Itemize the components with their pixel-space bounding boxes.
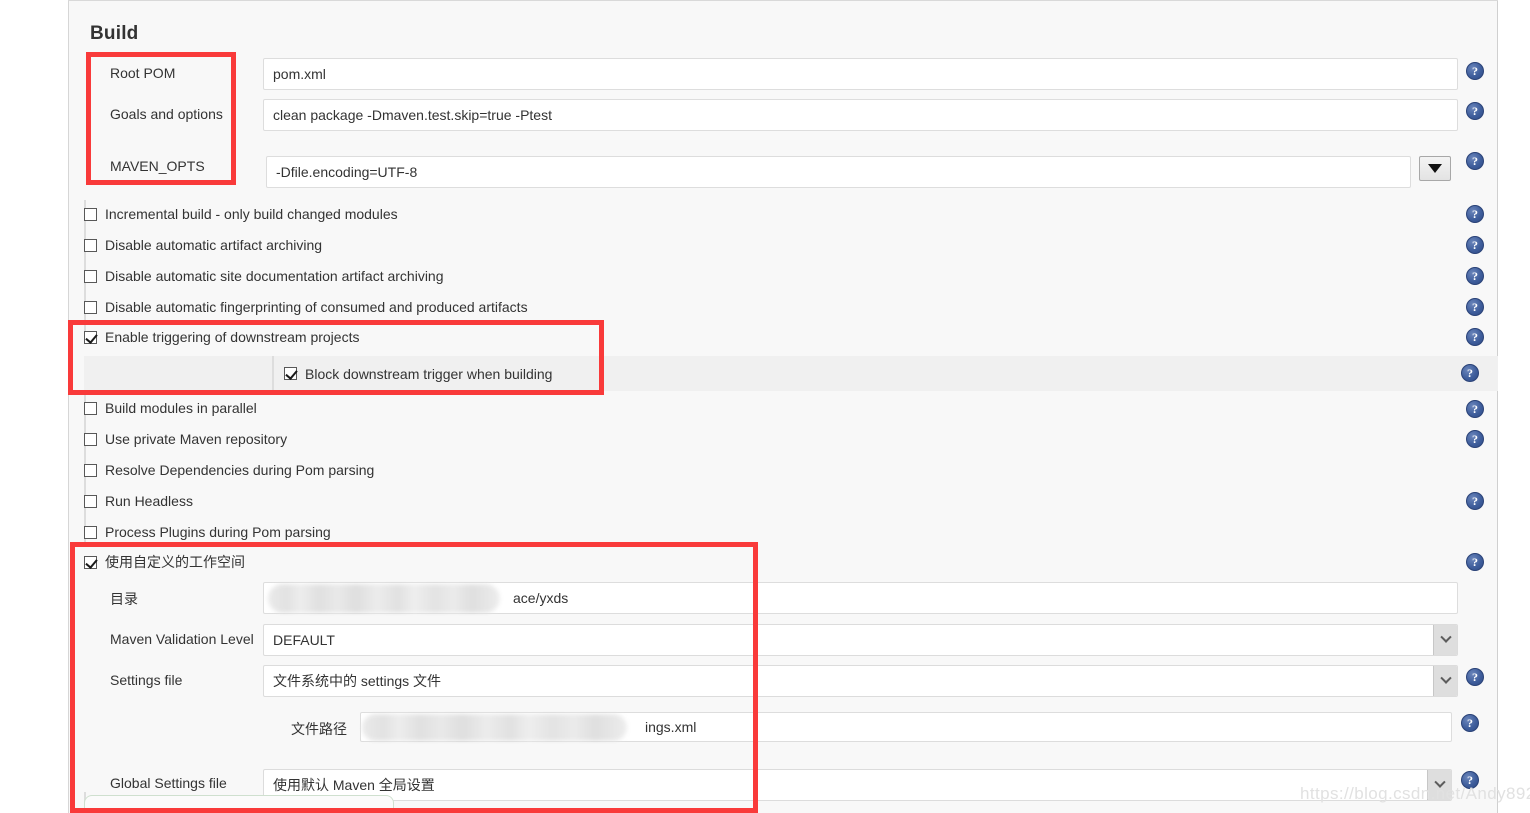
- checkbox-row-enable-downstream-triggering[interactable]: Enable triggering of downstream projects: [84, 329, 359, 345]
- checkbox-label: Process Plugins during Pom parsing: [105, 524, 331, 540]
- checkbox-label: 使用自定义的工作空间: [105, 554, 245, 570]
- help-icon-custom-workspace[interactable]: ?: [1466, 553, 1484, 571]
- checkbox-row-build-modules-parallel[interactable]: Build modules in parallel: [84, 400, 257, 416]
- checkbox-label: Run Headless: [105, 493, 193, 509]
- checkbox-label: Disable automatic fingerprinting of cons…: [105, 299, 528, 315]
- checkbox-enable-downstream-triggering[interactable]: [84, 330, 97, 344]
- help-icon-incremental-build[interactable]: ?: [1466, 205, 1484, 223]
- watermark: https://blog.csdn.net/Andy8921: [1300, 784, 1530, 803]
- top-divider: [68, 0, 1498, 1]
- checkbox-custom-workspace[interactable]: [84, 555, 97, 569]
- global-settings-file-value: 使用默认 Maven 全局设置: [273, 777, 435, 793]
- checkbox-block-downstream-trigger[interactable]: [284, 367, 297, 380]
- help-icon-settings-file[interactable]: ?: [1466, 668, 1484, 686]
- maven-validation-level-value: DEFAULT: [273, 632, 335, 648]
- help-icon-root-pom[interactable]: ?: [1466, 62, 1484, 80]
- redaction-directory: [268, 584, 500, 613]
- help-icon-private-maven-repository[interactable]: ?: [1466, 430, 1484, 448]
- chevron-down-icon[interactable]: [1433, 666, 1457, 696]
- checkbox-row-block-downstream-trigger[interactable]: Block downstream trigger when building: [84, 356, 1498, 391]
- triangle-down-icon: [1428, 164, 1442, 173]
- checkbox-label: Block downstream trigger when building: [305, 365, 553, 382]
- help-icon-file-path[interactable]: ?: [1461, 714, 1479, 732]
- settings-file-value: 文件系统中的 settings 文件: [273, 673, 442, 689]
- label-maven-validation-level: Maven Validation Level: [110, 631, 254, 647]
- settings-file-select[interactable]: 文件系统中的 settings 文件: [263, 665, 1458, 697]
- checkbox-label: Use private Maven repository: [105, 431, 288, 447]
- label-settings-file: Settings file: [110, 672, 183, 688]
- root-pom-input[interactable]: pom.xml: [263, 58, 1458, 90]
- checkbox-build-modules-parallel[interactable]: [84, 401, 97, 415]
- checkbox-row-disable-fingerprinting[interactable]: Disable automatic fingerprinting of cons…: [84, 299, 528, 315]
- help-icon-disable-site-doc-archiving[interactable]: ?: [1466, 267, 1484, 285]
- redaction-file-path: [362, 714, 627, 741]
- help-icon-enable-downstream-triggering[interactable]: ?: [1466, 328, 1484, 346]
- checkbox-incremental-build[interactable]: [84, 207, 97, 221]
- checkbox-row-disable-artifact-archiving[interactable]: Disable automatic artifact archiving: [84, 237, 322, 253]
- help-icon-block-downstream-trigger[interactable]: ?: [1461, 364, 1479, 382]
- nested-row-guide: [272, 356, 274, 391]
- goals-and-options-input[interactable]: clean package -Dmaven.test.skip=true -Pt…: [263, 99, 1458, 131]
- checkbox-row-run-headless[interactable]: Run Headless: [84, 493, 193, 509]
- checkbox-label: Incremental build - only build changed m…: [105, 206, 398, 222]
- maven-opts-input[interactable]: -Dfile.encoding=UTF-8: [266, 156, 1411, 188]
- checkbox-resolve-dependencies[interactable]: [84, 463, 97, 477]
- label-goals-and-options: Goals and options: [110, 106, 223, 122]
- help-icon-goals[interactable]: ?: [1466, 102, 1484, 120]
- checkbox-row-custom-workspace[interactable]: 使用自定义的工作空间: [84, 554, 245, 570]
- checkbox-row-disable-site-doc-archiving[interactable]: Disable automatic site documentation art…: [84, 268, 444, 284]
- label-file-path: 文件路径: [291, 721, 347, 737]
- help-icon-run-headless[interactable]: ?: [1466, 492, 1484, 510]
- help-icon-disable-artifact-archiving[interactable]: ?: [1466, 236, 1484, 254]
- label-directory: 目录: [110, 591, 138, 607]
- help-icon-disable-fingerprinting[interactable]: ?: [1466, 298, 1484, 316]
- chevron-down-icon[interactable]: [1433, 625, 1457, 655]
- checkbox-disable-artifact-archiving[interactable]: [84, 238, 97, 252]
- help-icon-build-modules-parallel[interactable]: ?: [1466, 400, 1484, 418]
- checkbox-label: Disable automatic site documentation art…: [105, 268, 444, 284]
- checkbox-label: Disable automatic artifact archiving: [105, 237, 323, 253]
- checkbox-row-process-plugins[interactable]: Process Plugins during Pom parsing: [84, 524, 331, 540]
- page-title: Build: [90, 22, 139, 44]
- checkbox-row-resolve-dependencies[interactable]: Resolve Dependencies during Pom parsing: [84, 462, 374, 478]
- checkbox-disable-fingerprinting[interactable]: [84, 300, 97, 314]
- maven-validation-level-select[interactable]: DEFAULT: [263, 624, 1458, 656]
- checkbox-label: Resolve Dependencies during Pom parsing: [105, 462, 375, 478]
- label-maven-opts: MAVEN_OPTS: [110, 158, 205, 174]
- help-icon-maven-opts[interactable]: ?: [1466, 152, 1484, 170]
- checkbox-private-maven-repository[interactable]: [84, 432, 97, 446]
- global-settings-file-select[interactable]: 使用默认 Maven 全局设置: [263, 769, 1452, 801]
- checkbox-label: Build modules in parallel: [105, 400, 257, 416]
- checkbox-row-incremental-build[interactable]: Incremental build - only build changed m…: [84, 206, 398, 222]
- checkbox-label: Enable triggering of downstream projects: [105, 329, 360, 345]
- section-container-hint: [84, 795, 394, 813]
- checkbox-row-private-maven-repository[interactable]: Use private Maven repository: [84, 431, 287, 447]
- checkbox-disable-site-doc-archiving[interactable]: [84, 269, 97, 283]
- label-root-pom: Root POM: [110, 65, 176, 81]
- label-global-settings-file: Global Settings file: [110, 775, 227, 791]
- checkbox-process-plugins[interactable]: [84, 525, 97, 539]
- checkbox-run-headless[interactable]: [84, 494, 97, 508]
- build-config-page: Build Root POM pom.xml ? Goals and optio…: [0, 0, 1530, 813]
- maven-opts-dropdown-button[interactable]: [1419, 156, 1451, 181]
